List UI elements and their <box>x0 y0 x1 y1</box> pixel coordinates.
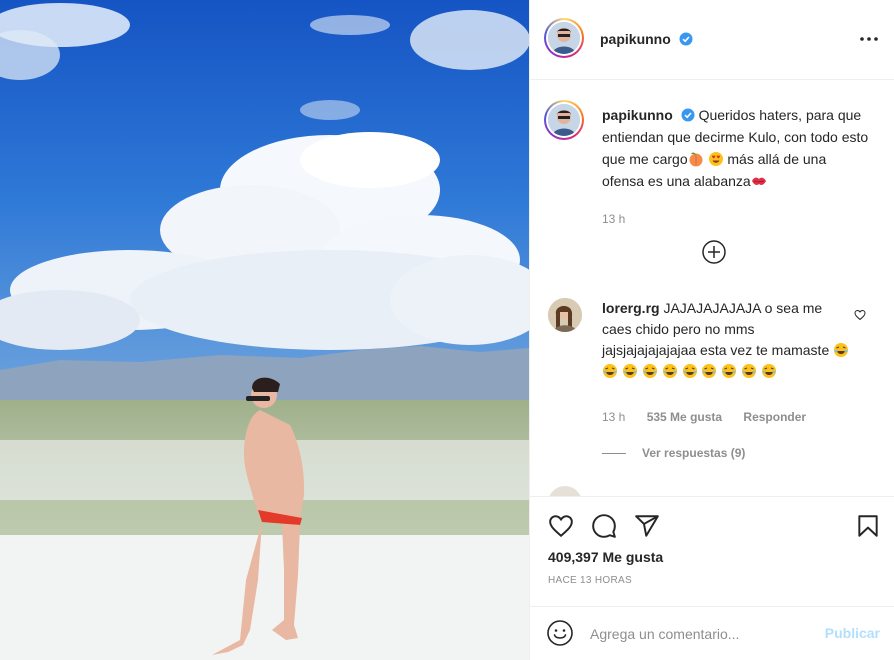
commenter-avatar[interactable] <box>548 298 582 332</box>
next-commenter-avatar[interactable] <box>548 486 582 496</box>
kiss-mark-emoji-icon <box>751 177 766 185</box>
view-replies-label: Ver respuestas (9) <box>642 446 746 460</box>
caption-avatar[interactable] <box>544 100 584 140</box>
laughing-emoji-icon <box>642 364 657 378</box>
post-photo[interactable] <box>0 0 529 660</box>
laughing-emoji-icon <box>834 343 849 357</box>
comment-time: 13 h <box>602 410 626 424</box>
heart-icon[interactable] <box>548 513 574 539</box>
comment-body: lorerg.rg JAJAJAJAJAJA o sea me caes chi… <box>602 298 852 382</box>
post-timestamp[interactable]: HACE 13 HORAS <box>548 575 632 586</box>
caption-time: 13 h <box>602 212 626 226</box>
laughing-emoji-icon <box>762 364 777 378</box>
heart-eyes-emoji-icon <box>708 152 723 166</box>
caption-username[interactable]: papikunno <box>602 107 673 123</box>
post-header: papikunno <box>530 0 894 80</box>
verified-badge-icon <box>679 32 693 46</box>
laughing-emoji-icon <box>682 364 697 378</box>
share-icon[interactable] <box>634 513 660 539</box>
more-options-icon[interactable] <box>858 28 880 50</box>
emoji-icon[interactable] <box>546 619 574 647</box>
verified-badge-icon <box>681 108 695 122</box>
comment-likes[interactable]: 535 Me gusta <box>647 410 722 424</box>
comments-section: papikunno Queridos haters, para que enti… <box>530 80 894 496</box>
post-likes-count[interactable]: 409,397 Me gusta <box>548 549 663 565</box>
author-username[interactable]: papikunno <box>600 31 671 47</box>
comment-reply-button[interactable]: Responder <box>743 410 806 424</box>
add-comment-bar: Publicar <box>530 606 894 660</box>
peach-emoji-icon <box>689 152 703 167</box>
laughing-emoji-icon <box>742 364 757 378</box>
comment-input[interactable] <box>588 621 798 647</box>
post-actions: 409,397 Me gusta HACE 13 HORAS <box>530 496 894 606</box>
post-caption: papikunno Queridos haters, para que enti… <box>602 104 872 230</box>
instagram-post: papikunno papikunno Queridos haters, par… <box>0 0 894 660</box>
comment-icon[interactable] <box>591 513 617 539</box>
load-more-comments-icon[interactable] <box>702 240 726 264</box>
laughing-emoji-icon <box>702 364 717 378</box>
bookmark-icon[interactable] <box>855 513 881 539</box>
publish-button[interactable]: Publicar <box>825 625 880 641</box>
commenter-username[interactable]: lorerg.rg <box>602 300 660 316</box>
laughing-emoji-icon <box>722 364 737 378</box>
replies-divider <box>602 453 626 455</box>
laughing-emoji-icon <box>662 364 677 378</box>
post-photo-image <box>0 0 529 660</box>
comment-like-heart-icon[interactable] <box>854 309 866 321</box>
post-sidebar: papikunno papikunno Queridos haters, par… <box>529 0 894 660</box>
laughing-emoji-icon <box>622 364 637 378</box>
author-avatar[interactable] <box>544 18 584 58</box>
view-replies-button[interactable]: Ver respuestas (9) <box>602 446 745 460</box>
laughing-emoji-icon <box>603 364 617 378</box>
comment-meta: 13 h 535 Me gusta Responder <box>602 410 824 424</box>
